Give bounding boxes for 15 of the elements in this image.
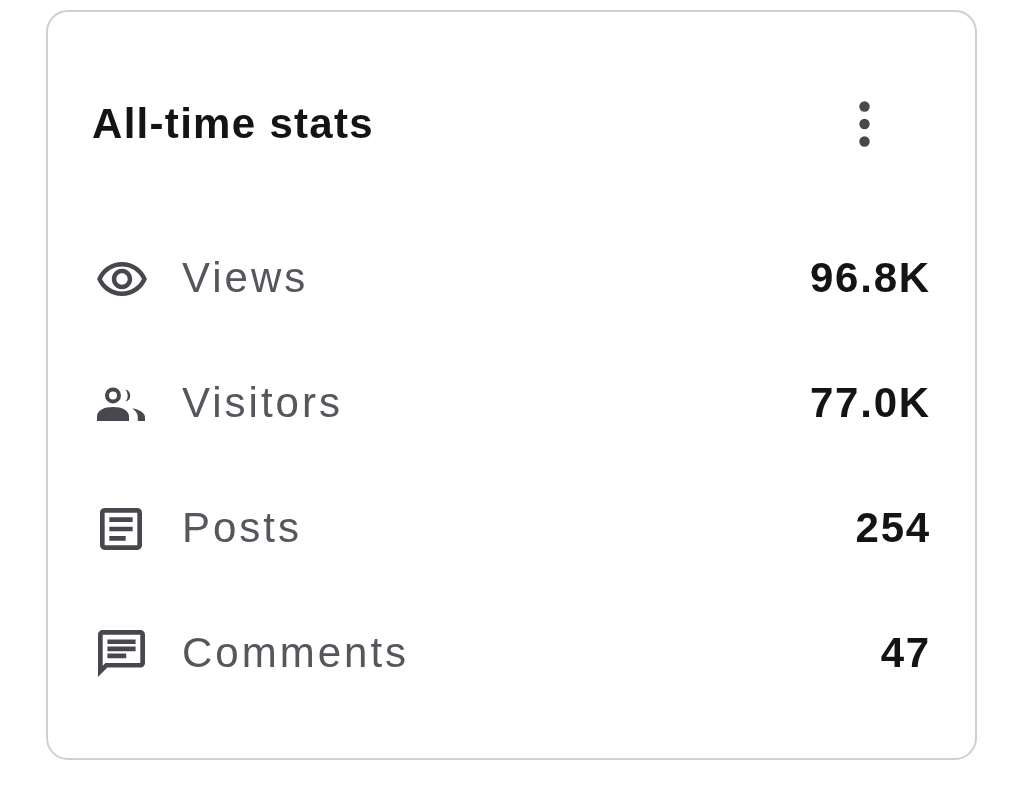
card-title: All-time stats [92,98,374,149]
stat-value: 96.8K [809,253,931,304]
stat-label: Views [182,253,310,304]
stat-label: Visitors [182,378,344,429]
document-icon [100,507,142,550]
people-icon [97,386,145,421]
more-options-button[interactable] [859,101,870,147]
stat-value: 77.0K [809,378,931,429]
stat-label: Comments [182,628,411,679]
stat-label: Posts [182,503,304,554]
stat-value: 254 [855,503,931,554]
more-options-icon [859,101,870,147]
stat-value: 47 [880,628,931,679]
eye-icon [97,261,147,296]
chat-icon [98,630,145,677]
